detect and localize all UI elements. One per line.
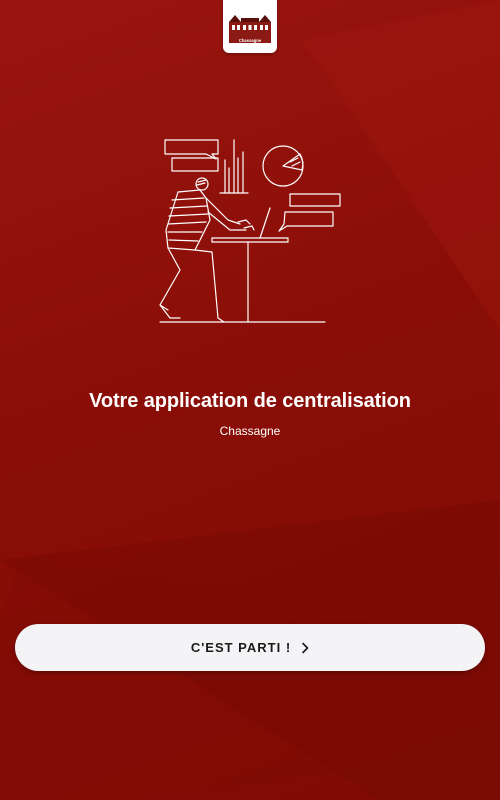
company-logo: Chassagne	[223, 0, 277, 53]
building-logo-icon: Chassagne	[229, 14, 271, 43]
start-button-label: C'EST PARTI !	[190, 640, 292, 655]
start-button[interactable]: C'EST PARTI !	[15, 624, 485, 671]
hero-illustration	[150, 130, 350, 330]
logo-text: Chassagne	[239, 38, 262, 43]
company-subtitle: Chassagne	[219, 424, 281, 438]
page-title: Votre application de centralisation	[89, 390, 411, 412]
person-at-desk-illustration	[159, 139, 341, 323]
chevron-right-icon	[301, 642, 309, 654]
